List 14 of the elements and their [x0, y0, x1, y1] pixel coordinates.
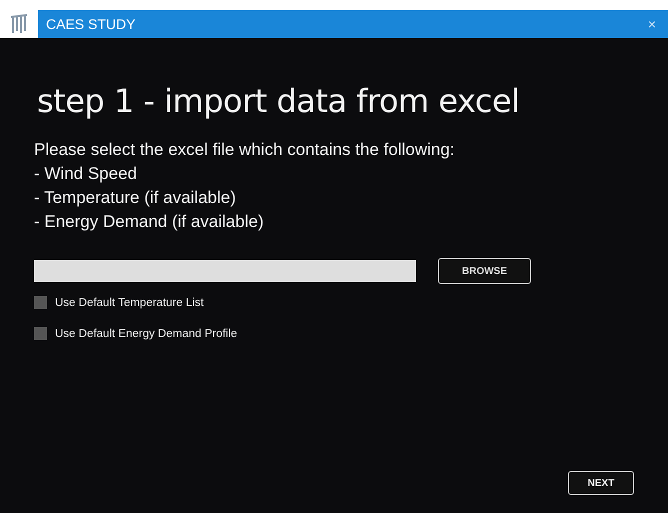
instruction-text: - Temperature (if available) — [34, 187, 237, 209]
instruction-text: - Wind Speed — [34, 163, 138, 185]
instruction-text: - Energy Demand (if available) — [34, 211, 265, 233]
app-icon — [9, 13, 29, 35]
checkbox[interactable] — [34, 327, 47, 340]
checkbox-label: Use Default Temperature List — [55, 296, 204, 308]
window-title: CAES STUDY — [46, 16, 136, 32]
checkbox[interactable] — [34, 296, 47, 309]
file-path-field[interactable] — [34, 260, 416, 282]
browse-button[interactable]: BROWSE — [438, 258, 531, 284]
next-button[interactable]: NEXT — [568, 471, 634, 495]
instruction-text: Please select the excel file which contains the following: — [34, 139, 456, 161]
checkbox-label: Use Default Energy Demand Profile — [55, 328, 238, 340]
page-heading: step 1 - import data from excel — [37, 82, 521, 120]
